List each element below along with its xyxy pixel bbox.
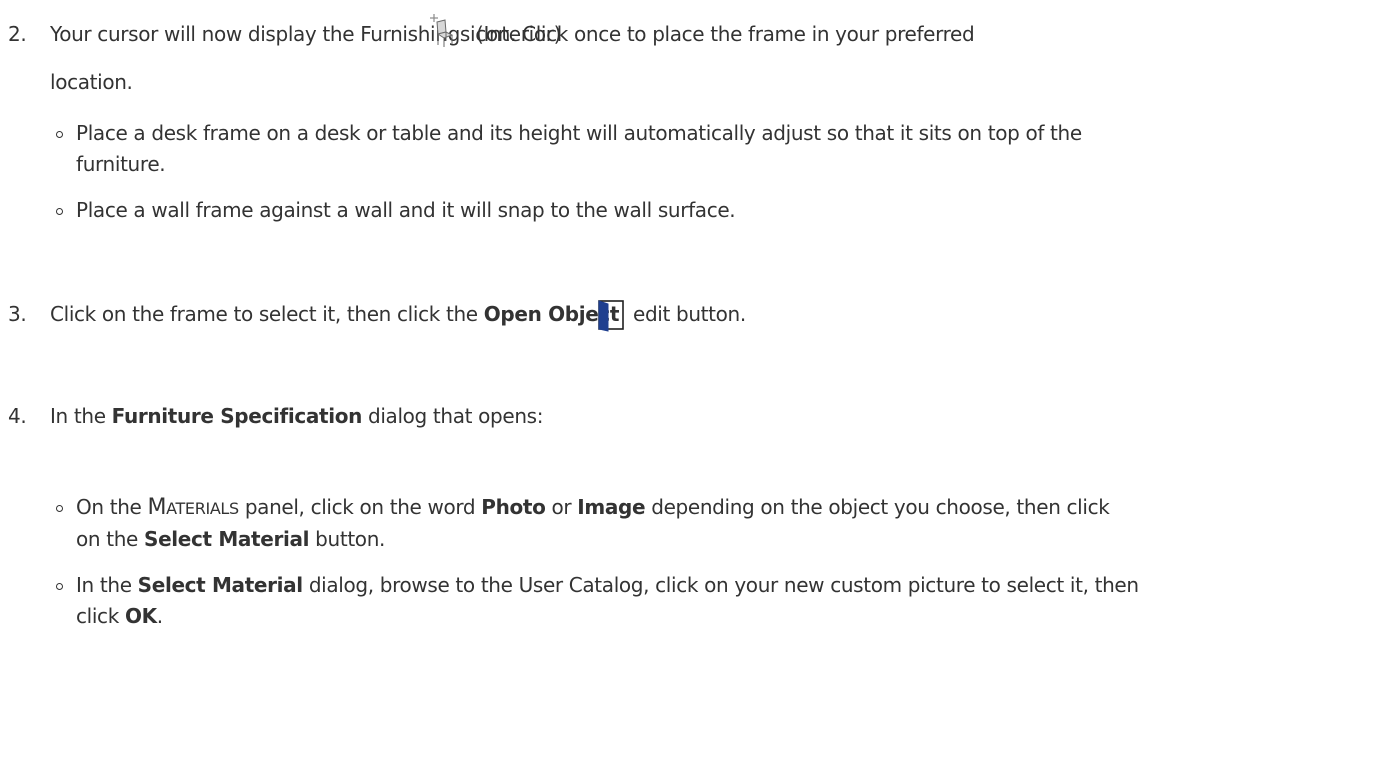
step-2-text-b: icon. Click once to place the frame in y… bbox=[470, 22, 975, 46]
step-4-text-b: dialog that opens: bbox=[368, 404, 544, 428]
open-object-door-icon bbox=[598, 300, 624, 332]
image-label: Image bbox=[577, 495, 646, 519]
step-3-text-a: Click on the frame to select it, then cl… bbox=[50, 302, 478, 326]
step-4-bullet-1-e: button. bbox=[315, 527, 386, 551]
step-4-bullet-2-b: dialog, browse to the User Catalog, clic… bbox=[308, 573, 1139, 597]
or-text: or bbox=[551, 495, 572, 519]
step-4-text: In the Furniture Specification dialog th… bbox=[50, 404, 543, 428]
select-material-dialog-label: Select Material bbox=[137, 573, 303, 597]
step-4-bullet-1-c: depending on the object you choose, then… bbox=[651, 495, 1110, 519]
bullet-marker bbox=[56, 131, 63, 138]
step-4-bullet-1-line-2: on the Select Material button. bbox=[76, 527, 385, 551]
step-4-text-a: In the bbox=[50, 404, 106, 428]
step-4-bullet-2-a: In the bbox=[76, 573, 132, 597]
materials-panel-label: MATERIALS bbox=[147, 495, 240, 520]
select-material-label: Select Material bbox=[144, 527, 310, 551]
step-4-bullet-2-c: click bbox=[76, 604, 119, 628]
step-4-number: 4. bbox=[8, 404, 27, 428]
step-2-bullet-2: Place a wall frame against a wall and it… bbox=[76, 198, 736, 222]
step-2-number: 2. bbox=[8, 22, 27, 46]
step-3-text-b: edit button. bbox=[633, 302, 746, 326]
step-2-text-c: location. bbox=[50, 70, 133, 94]
step-2-bullet-1-line-2: furniture. bbox=[76, 152, 166, 176]
furniture-specification-label: Furniture Specification bbox=[111, 404, 363, 428]
materials-rest: ATERIALS bbox=[166, 499, 239, 518]
photo-label: Photo bbox=[481, 495, 546, 519]
period: . bbox=[156, 604, 163, 628]
materials-first-letter: M bbox=[147, 495, 167, 520]
step-4-bullet-1-line-1: On the MATERIALS panel, click on the wor… bbox=[76, 495, 1110, 520]
bullet-marker bbox=[56, 583, 63, 590]
step-4-bullet-1-b: panel, click on the word bbox=[244, 495, 476, 519]
step-4-bullet-2-line-2: click OK. bbox=[76, 604, 163, 628]
step-2-bullet-1-line-1: Place a desk frame on a desk or table an… bbox=[76, 121, 1082, 145]
ok-label: OK bbox=[124, 604, 157, 628]
step-3-text: Click on the frame to select it, then cl… bbox=[50, 302, 619, 326]
furnishings-interior-icon bbox=[430, 14, 454, 47]
step-4-bullet-1-a: On the bbox=[76, 495, 142, 519]
step-3-number: 3. bbox=[8, 302, 27, 326]
bullet-marker bbox=[56, 505, 63, 512]
bullet-marker bbox=[56, 208, 63, 215]
step-4-bullet-2-line-1: In the Select Material dialog, browse to… bbox=[76, 573, 1139, 597]
step-4-bullet-1-d: on the bbox=[76, 527, 138, 551]
